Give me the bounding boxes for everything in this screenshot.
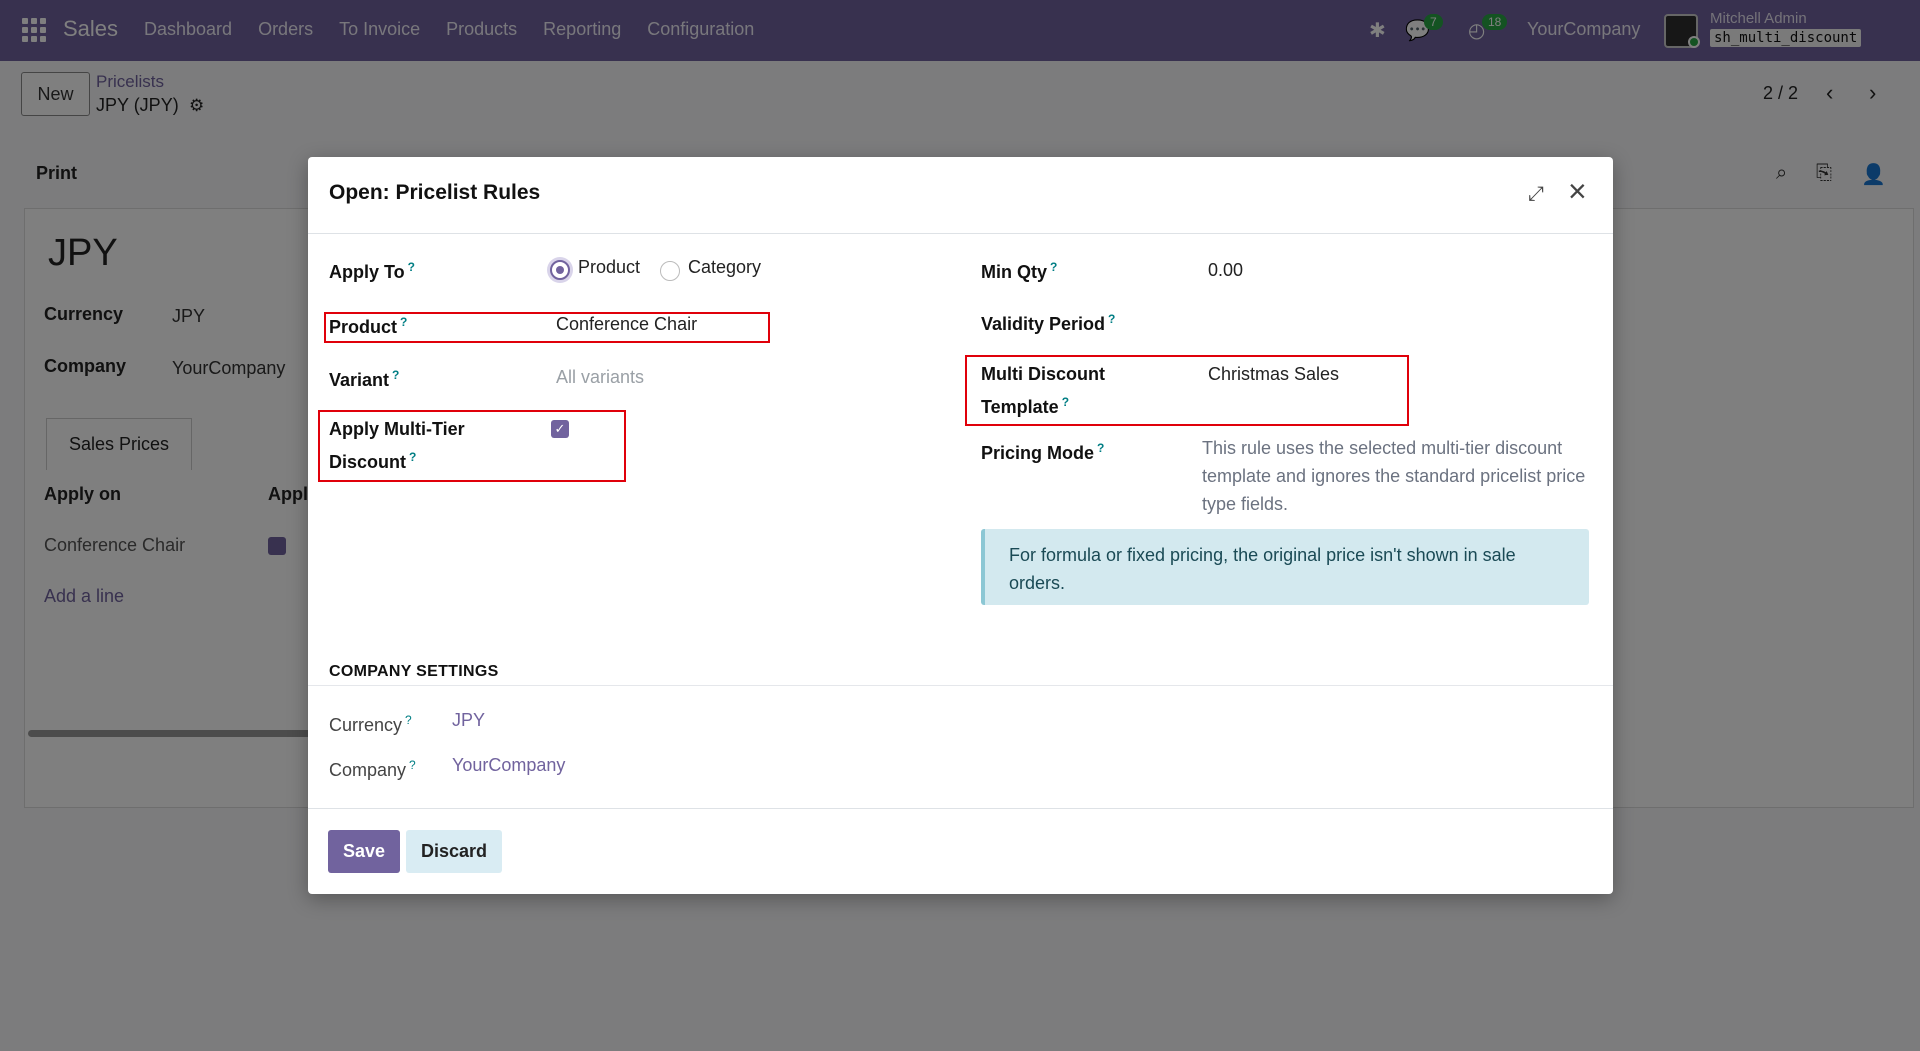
- variant-label: Variant?: [329, 368, 400, 390]
- close-icon[interactable]: ×: [1568, 175, 1587, 207]
- company-settings-title: COMPANY SETTINGS: [329, 663, 499, 680]
- variant-field[interactable]: All variants: [556, 363, 644, 391]
- min-qty-field[interactable]: 0.00: [1208, 256, 1243, 284]
- info-alert-text: For formula or fixed pricing, the origin…: [1009, 545, 1516, 593]
- company-currency-label: Currency?: [329, 713, 412, 735]
- apply-to-product-label[interactable]: Product: [578, 253, 640, 281]
- pricing-mode-label: Pricing Mode?: [981, 441, 1105, 463]
- info-alert: For formula or fixed pricing, the origin…: [981, 529, 1589, 605]
- expand-icon[interactable]: ⤢: [1528, 183, 1544, 206]
- min-qty-label: Min Qty?: [981, 260, 1058, 282]
- section-divider: [308, 685, 1613, 686]
- modal-title: Open: Pricelist Rules: [329, 181, 541, 204]
- highlight-box-multi-tier: [318, 410, 626, 482]
- company-company-label: Company?: [329, 758, 416, 780]
- discard-button[interactable]: Discard: [406, 830, 502, 873]
- modal-footer-divider: [308, 808, 1613, 809]
- modal-header: Open: Pricelist Rules ⤢ ×: [308, 157, 1613, 234]
- apply-to-category-label[interactable]: Category: [688, 253, 761, 281]
- company-currency-value[interactable]: JPY: [452, 706, 485, 734]
- validity-period-label: Validity Period?: [981, 312, 1116, 334]
- pricing-mode-description: This rule uses the selected multi-tier d…: [1202, 438, 1586, 514]
- save-button[interactable]: Save: [328, 830, 400, 873]
- company-company-value[interactable]: YourCompany: [452, 751, 565, 779]
- apply-to-category-radio[interactable]: [660, 261, 680, 281]
- pricelist-rule-dialog: Open: Pricelist Rules ⤢ × Apply To? Prod…: [308, 157, 1613, 894]
- highlight-box-product: [324, 312, 770, 343]
- apply-to-label: Apply To?: [329, 260, 415, 282]
- apply-to-product-radio[interactable]: [550, 260, 570, 280]
- highlight-box-template: [965, 355, 1409, 426]
